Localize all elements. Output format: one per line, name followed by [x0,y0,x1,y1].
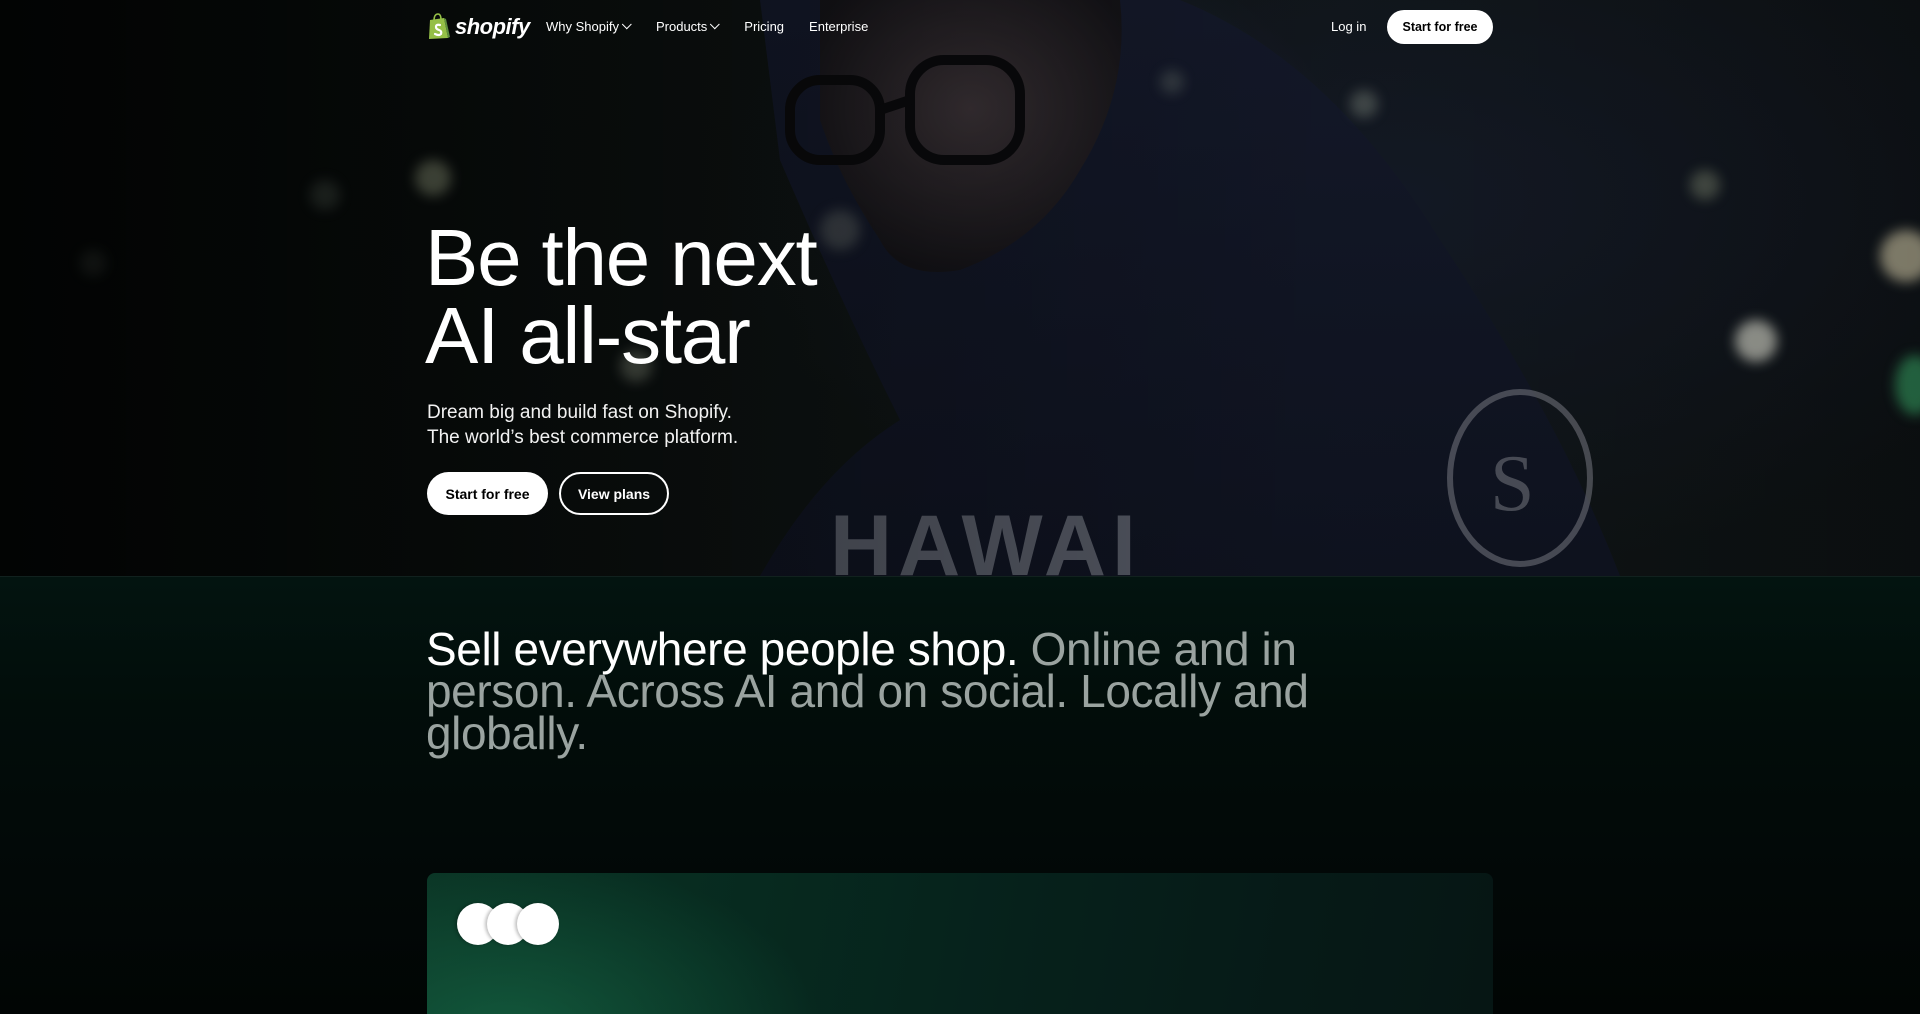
feature-card [427,873,1493,1014]
hero-title-line-1: Be the next [425,213,818,302]
shopify-logo[interactable]: shopify [427,13,530,40]
nav-products-label: Products [655,19,708,34]
chevron-down-icon [710,19,721,30]
nav-pricing-label: Pricing [744,19,785,34]
login-link[interactable]: Log in [1331,19,1366,34]
nav-start-free-button[interactable]: Start for free [1387,10,1493,44]
hero-title-line-2: AI all-star [425,291,751,380]
hero-title: Be the next AI all-star [425,218,1125,376]
shopify-bag-icon [429,13,450,39]
section-divider [0,576,1920,577]
hero-subtitle-line-1: Dream big and build fast on Shopify. [427,402,732,423]
nav-links: Why Shopify Products Pricing Enterprise [546,19,893,34]
sell-heading: Sell everywhere people shop. Online and … [426,626,1446,756]
sell-everywhere-section: Sell everywhere people shop. Online and … [0,576,1920,1014]
hero-view-plans-button[interactable]: View plans [559,472,669,515]
hero-section: HAWAI S [0,0,1920,576]
hero-subtitle-line-2: The world’s best commerce platform. [427,427,739,448]
nav-enterprise[interactable]: Enterprise [809,19,868,34]
logo-wordmark: shopify [455,13,530,39]
nav-pricing[interactable]: Pricing [744,19,784,34]
nav-why-shopify[interactable]: Why Shopify [546,19,632,34]
top-navigation: shopify Why Shopify Products Pricing Ent… [0,0,1920,54]
page: HAWAI S [0,0,1920,1014]
chevron-down-icon [621,19,632,30]
hero-start-free-button[interactable]: Start for free [427,472,548,515]
avatar-stack [457,903,567,947]
nav-enterprise-label: Enterprise [809,19,869,34]
avatar [517,903,559,945]
hero-subtitle: Dream big and build fast on Shopify. The… [427,400,738,450]
nav-products[interactable]: Products [655,19,721,34]
nav-why-shopify-label: Why Shopify [546,19,619,34]
